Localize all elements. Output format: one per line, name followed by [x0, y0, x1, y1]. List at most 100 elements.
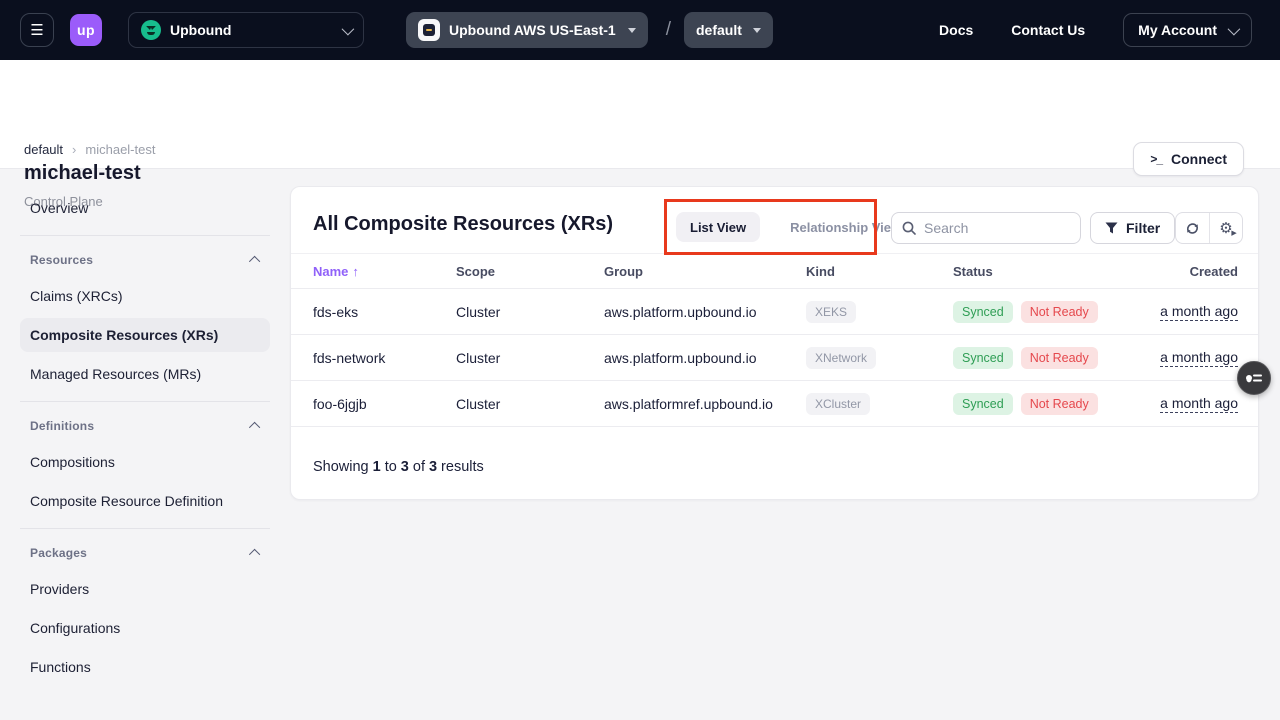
gear-icon: ⚙ ▶ [1219, 221, 1232, 236]
relationship-view-label: Relationship View [790, 220, 901, 235]
column-header-name[interactable]: Name ↑ [313, 264, 456, 279]
control-plane-icon [418, 19, 440, 41]
created-timestamp[interactable]: a month ago [1160, 303, 1238, 321]
sidebar-item-label: Claims (XRCs) [30, 288, 123, 304]
sidebar-divider [20, 528, 270, 529]
sidebar-item-overview[interactable]: Overview [20, 191, 270, 225]
sidebar-nav: Overview Resources Claims (XRCs) Composi… [20, 186, 270, 689]
sidebar-item-label: Configurations [30, 620, 120, 636]
menu-button[interactable]: ☰ [20, 13, 54, 47]
status-badge-synced: Synced [953, 301, 1013, 323]
sidebar-item-label: Composite Resource Definition [30, 493, 223, 509]
summary-from: 1 [373, 459, 381, 475]
path-separator: / [666, 19, 671, 41]
cell-created: a month ago [1160, 395, 1238, 413]
chevron-up-icon [249, 422, 260, 433]
connect-button[interactable]: >_ Connect [1133, 142, 1244, 176]
chevron-up-icon [249, 549, 260, 560]
refresh-icon [1185, 221, 1200, 236]
list-view-tab[interactable]: List View [676, 212, 760, 242]
control-plane-label: Upbound AWS US-East-1 [449, 22, 616, 38]
sidebar-section-packages[interactable]: Packages [20, 539, 270, 567]
group-switcher[interactable]: default [684, 12, 773, 48]
section-header-label: Resources [30, 253, 93, 267]
sidebar-item-label: Overview [30, 200, 88, 216]
connect-button-label: Connect [1171, 151, 1227, 167]
sidebar-section-resources[interactable]: Resources [20, 246, 270, 274]
cell-scope: Cluster [456, 304, 604, 320]
cell-status: Synced Not Ready [953, 393, 1160, 415]
org-switcher-dropdown[interactable]: Upbound [128, 12, 364, 48]
control-plane-switcher[interactable]: Upbound AWS US-East-1 [406, 12, 648, 48]
cell-name[interactable]: foo-6jgjb [313, 396, 456, 412]
search-input[interactable] [924, 220, 1054, 236]
sidebar-item-label: Functions [30, 659, 91, 675]
cell-status: Synced Not Ready [953, 301, 1160, 323]
column-label: Name [313, 264, 348, 279]
kind-badge: XEKS [806, 301, 856, 323]
chevron-down-icon [342, 22, 355, 35]
group-switcher-label: default [696, 22, 742, 38]
sidebar-item-composite-resources[interactable]: Composite Resources (XRs) [20, 318, 270, 352]
summary-word: to [385, 459, 397, 475]
sidebar-item-label: Compositions [30, 454, 115, 470]
breadcrumb-group-link[interactable]: default [24, 142, 63, 157]
breadcrumb-current: michael-test [85, 142, 155, 157]
sidebar-item-configurations[interactable]: Configurations [20, 611, 270, 645]
top-navbar: ☰ up Upbound Upbound AWS US-East-1 / def… [0, 0, 1280, 60]
sidebar-section-definitions[interactable]: Definitions [20, 412, 270, 440]
caret-down-icon [628, 28, 636, 33]
sidebar-item-label: Managed Resources (MRs) [30, 366, 201, 382]
contact-us-link[interactable]: Contact Us [1011, 22, 1085, 38]
cell-name[interactable]: fds-eks [313, 304, 456, 320]
sidebar-item-label: Composite Resources (XRs) [30, 327, 218, 343]
section-header-label: Definitions [30, 419, 94, 433]
chevron-up-icon [249, 256, 260, 267]
cell-kind: XEKS [806, 301, 953, 323]
created-timestamp[interactable]: a month ago [1160, 395, 1238, 413]
search-box [891, 212, 1081, 244]
navbar-right: Docs Contact Us My Account [939, 13, 1252, 47]
column-header-created[interactable]: Created [1160, 264, 1238, 279]
column-header-status[interactable]: Status [953, 264, 1160, 279]
table-row[interactable]: foo-6jgjb Cluster aws.platformref.upboun… [291, 381, 1258, 427]
my-account-menu[interactable]: My Account [1123, 13, 1252, 47]
results-summary: Showing 1 to 3 of 3 results [291, 444, 1258, 490]
upbound-logo[interactable]: up [70, 14, 102, 46]
created-timestamp[interactable]: a month ago [1160, 349, 1238, 367]
cell-name[interactable]: fds-network [313, 350, 456, 366]
status-badge-synced: Synced [953, 347, 1013, 369]
summary-to: 3 [401, 459, 409, 475]
kind-badge: XNetwork [806, 347, 876, 369]
sidebar-item-managed-resources[interactable]: Managed Resources (MRs) [20, 357, 270, 391]
page-title: michael-test [24, 162, 141, 185]
column-header-scope[interactable]: Scope [456, 264, 604, 279]
column-header-group[interactable]: Group [604, 264, 806, 279]
hamburger-icon: ☰ [30, 21, 43, 39]
sidebar-item-providers[interactable]: Providers [20, 572, 270, 606]
sidebar-item-functions[interactable]: Functions [20, 650, 270, 684]
upbound-console-screen: ☰ up Upbound Upbound AWS US-East-1 / def… [0, 0, 1280, 720]
summary-word: of [413, 459, 425, 475]
column-header-kind[interactable]: Kind [806, 264, 953, 279]
cell-kind: XCluster [806, 393, 953, 415]
logo-text: up [77, 22, 95, 38]
sidebar-divider [20, 235, 270, 236]
table-row[interactable]: fds-network Cluster aws.platform.upbound… [291, 335, 1258, 381]
table-row[interactable]: fds-eks Cluster aws.platform.upbound.io … [291, 289, 1258, 335]
filter-button[interactable]: Filter [1090, 212, 1175, 244]
caret-down-icon [753, 28, 761, 33]
docs-link[interactable]: Docs [939, 22, 973, 38]
search-icon [902, 221, 916, 235]
org-avatar-icon [141, 20, 161, 40]
cell-created: a month ago [1160, 303, 1238, 321]
refresh-button[interactable] [1176, 213, 1209, 243]
sidebar-item-xrd[interactable]: Composite Resource Definition [20, 484, 270, 518]
sidebar-item-compositions[interactable]: Compositions [20, 445, 270, 479]
auto-refresh-settings-button[interactable]: ⚙ ▶ [1209, 213, 1242, 243]
feedback-list-icon [1245, 371, 1263, 385]
chevron-down-icon [1228, 22, 1241, 35]
sidebar-item-claims[interactable]: Claims (XRCs) [20, 279, 270, 313]
feedback-widget-button[interactable] [1237, 361, 1271, 395]
cell-status: Synced Not Ready [953, 347, 1160, 369]
